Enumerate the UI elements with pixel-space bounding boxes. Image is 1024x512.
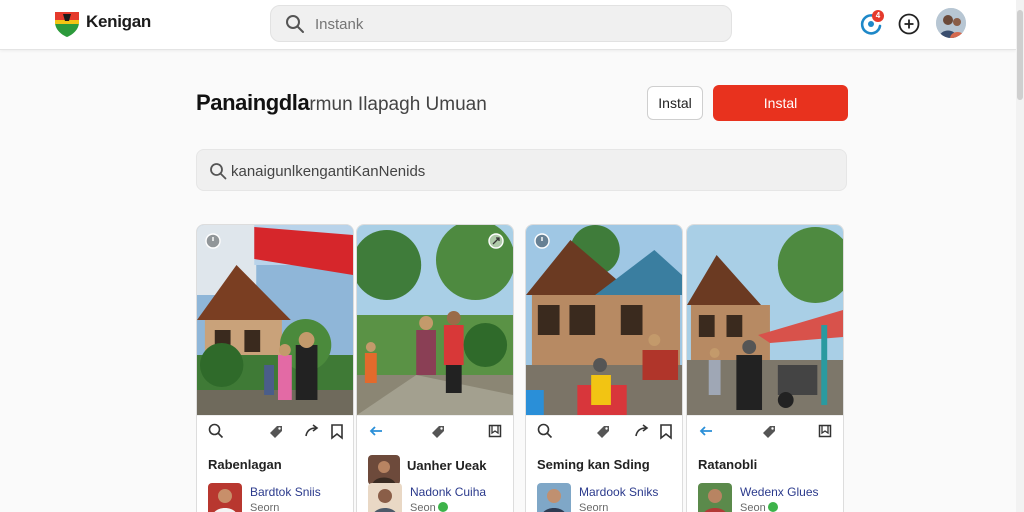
author-name[interactable]: Nadonk Cuiha <box>410 485 486 499</box>
back-arrow-icon[interactable] <box>697 422 715 440</box>
author-name[interactable]: Wedenx Glues <box>740 485 819 499</box>
bookmark-icon[interactable] <box>657 422 675 440</box>
card-title[interactable]: Rabenlagan <box>208 457 282 472</box>
post-card[interactable]: Seming kan Sding Mardook Sniks Seorn <box>525 224 683 512</box>
timer-icon[interactable] <box>534 233 550 249</box>
author-avatar[interactable] <box>537 483 571 512</box>
tag-icon[interactable] <box>594 422 612 440</box>
top-navbar: Kenigan 4 <box>0 0 1016 50</box>
bookmark-icon[interactable] <box>486 422 504 440</box>
author-status: Seorn <box>250 502 279 512</box>
author-avatar[interactable] <box>698 483 732 512</box>
author-status: Seorn <box>579 502 608 512</box>
scrollbar-thumb[interactable] <box>1017 10 1023 100</box>
bookmark-icon[interactable] <box>328 422 346 440</box>
card-action-bar <box>526 415 682 445</box>
card-title[interactable]: Seming kan Sding <box>537 457 650 472</box>
author-status-label: Seon <box>410 502 436 512</box>
card-action-bar <box>687 415 843 445</box>
content-search-bar[interactable] <box>196 149 847 191</box>
post-photo[interactable] <box>526 225 682 415</box>
top-search-bar[interactable] <box>270 5 732 42</box>
author-name[interactable]: Bardtok Sniis <box>250 485 321 499</box>
notification-badge: 4 <box>872 10 884 22</box>
author-status: Seon <box>740 502 778 512</box>
author-status-label: Seon <box>740 502 766 512</box>
user-avatar[interactable] <box>936 8 966 38</box>
post-card[interactable]: Ratanobli Wedenx Glues Seon <box>686 224 844 512</box>
post-photo[interactable] <box>357 225 513 415</box>
author-avatar[interactable] <box>368 455 400 485</box>
timer-icon[interactable] <box>205 233 221 249</box>
top-search-input[interactable] <box>315 12 715 36</box>
add-circle-icon[interactable] <box>896 11 922 37</box>
share-icon[interactable] <box>303 422 321 440</box>
install-outline-button[interactable]: Instal <box>647 86 703 120</box>
search-icon[interactable] <box>536 422 554 440</box>
tag-icon[interactable] <box>429 422 447 440</box>
author-status-label: Seorn <box>250 502 280 512</box>
author-avatar[interactable] <box>368 483 402 512</box>
author-avatar[interactable] <box>208 483 242 512</box>
tag-icon[interactable] <box>760 422 778 440</box>
page-title-strong: Panaingdla <box>196 90 310 115</box>
search-icon[interactable] <box>207 422 225 440</box>
author-status: Seon <box>410 502 448 512</box>
page-scrollbar[interactable] <box>1016 0 1024 512</box>
page-title-light: rmun Ilapagh Umuan <box>309 94 487 115</box>
search-icon <box>210 163 227 180</box>
tag-icon[interactable] <box>267 422 285 440</box>
post-photo[interactable] <box>687 225 843 415</box>
online-status-icon <box>767 502 778 512</box>
bookmark-icon[interactable] <box>816 422 834 440</box>
post-photo[interactable] <box>197 225 353 415</box>
card-title[interactable]: Uanher Ueak <box>407 458 486 473</box>
back-arrow-icon[interactable] <box>367 422 385 440</box>
post-card[interactable]: Rabenlagan Bardtok Sniis Seorn <box>196 224 354 512</box>
share-icon[interactable] <box>633 422 651 440</box>
app-window: Kenigan 4 <box>0 0 1024 512</box>
author-status-label: Seorn <box>579 502 609 512</box>
brand-name[interactable]: Kenigan <box>86 12 151 32</box>
post-card[interactable]: Uanher Ueak Nadonk Cuiha Seon <box>356 224 514 512</box>
install-primary-button[interactable]: Instal <box>713 85 848 121</box>
card-action-bar <box>357 415 513 445</box>
page-title: Panaingdlarmun Ilapagh Umuan <box>196 90 487 116</box>
brand-logo-icon[interactable] <box>52 8 82 38</box>
content-search-input[interactable] <box>231 160 831 182</box>
expand-icon[interactable] <box>488 233 504 249</box>
author-name[interactable]: Mardook Sniks <box>579 485 658 499</box>
search-icon <box>286 15 304 33</box>
card-action-bar <box>197 415 353 445</box>
online-status-icon <box>437 502 448 512</box>
card-title[interactable]: Ratanobli <box>698 457 757 472</box>
